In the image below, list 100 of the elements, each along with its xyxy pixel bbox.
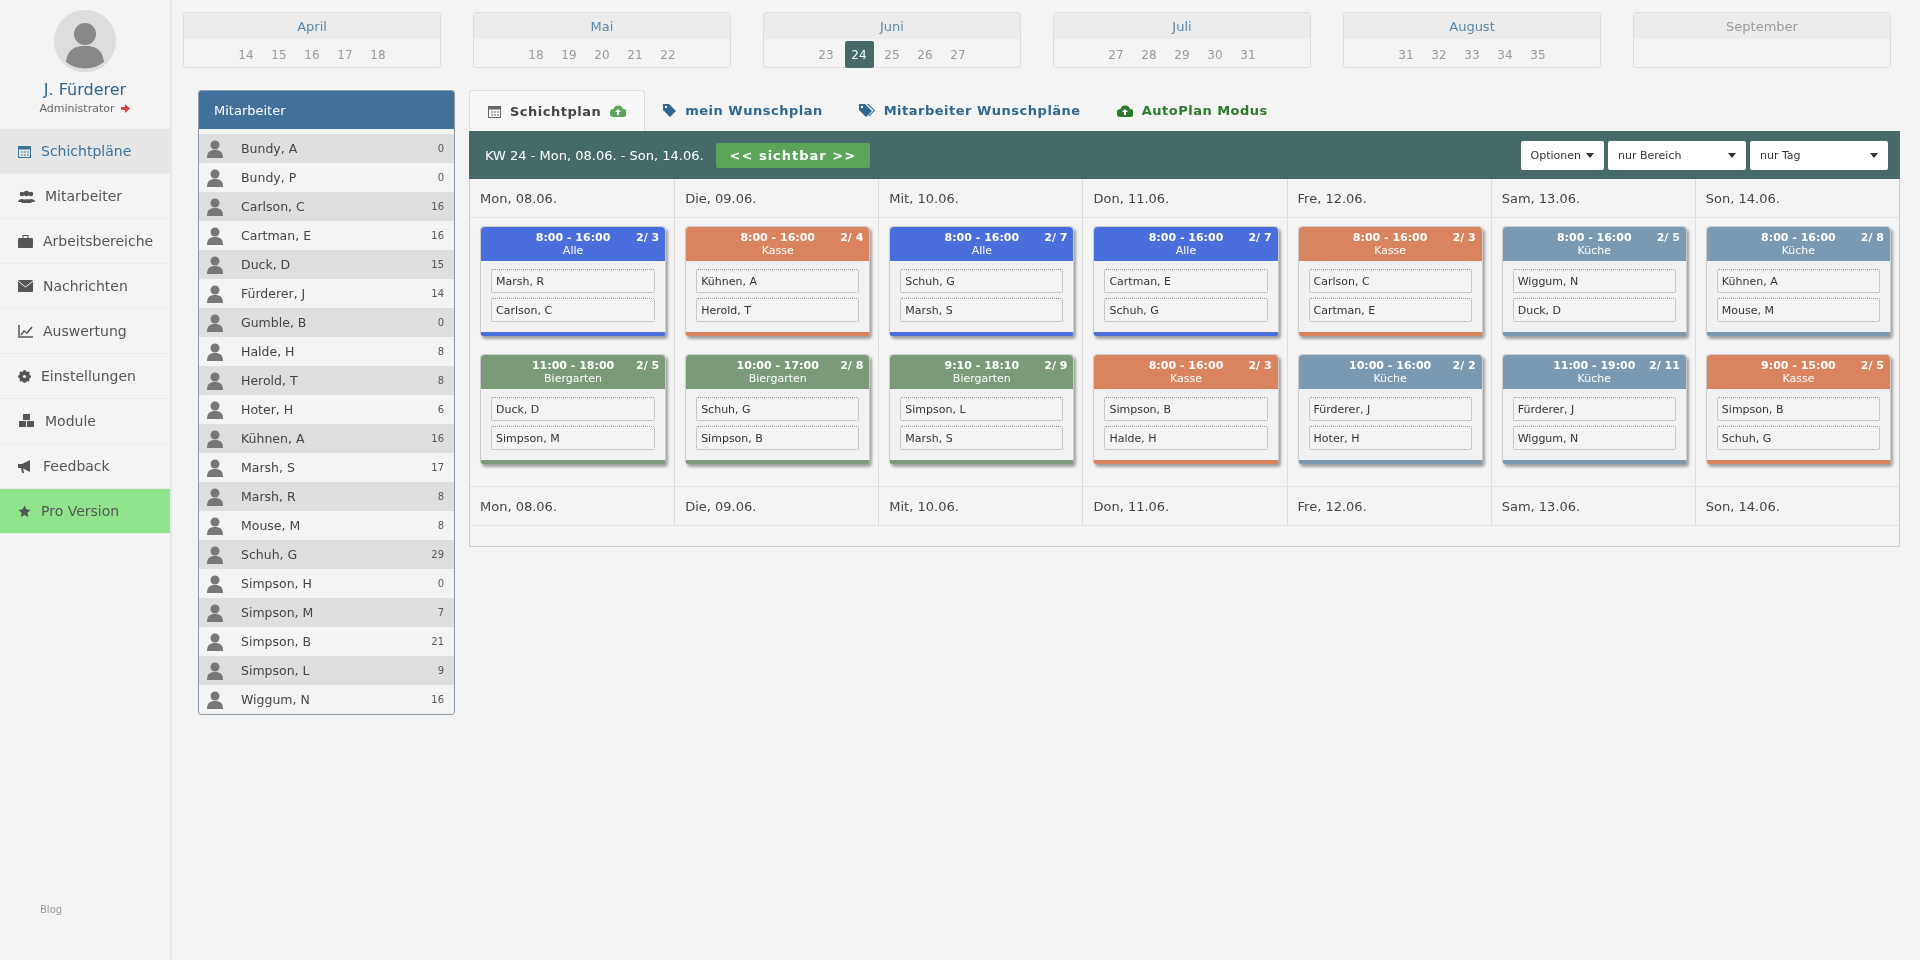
shift-card[interactable]: 10:00 - 17:00 Biergarten 2/ 8 Schuh, G Simpson, B xyxy=(685,354,871,464)
staff-row[interactable]: Bundy, A 0 xyxy=(199,134,454,163)
assigned-employee[interactable]: Carlson, C xyxy=(491,298,656,322)
nav-item[interactable]: Arbeitsbereiche xyxy=(0,219,170,264)
staff-row[interactable]: Gumble, B 0 xyxy=(199,308,454,337)
shift-hours: 9 xyxy=(437,665,444,676)
staff-row[interactable]: Marsh, R 8 xyxy=(199,482,454,511)
shift-time: 8:00 - 16:00 xyxy=(740,231,815,244)
shift-area: Küche xyxy=(1553,372,1636,385)
day-filter[interactable]: nur Tag xyxy=(1750,140,1888,170)
assigned-employee[interactable]: Marsh, R xyxy=(491,269,656,293)
assigned-employee[interactable]: Fürderer, J xyxy=(1308,397,1472,421)
staffing-count: 2/ 3 xyxy=(1452,231,1476,244)
staff-row[interactable]: Bundy, P 0 xyxy=(199,163,454,192)
staff-row[interactable]: Simpson, M 7 xyxy=(199,598,454,627)
shift-hours: 0 xyxy=(437,578,444,589)
assigned-employee[interactable]: Simpson, L xyxy=(900,397,1064,421)
staff-row[interactable]: Carlson, C 16 xyxy=(199,192,454,221)
staff-row[interactable]: Kühnen, A 16 xyxy=(199,424,454,453)
assigned-employee[interactable]: Mouse, M xyxy=(1716,298,1880,322)
shift-time: 9:10 - 18:10 xyxy=(944,359,1020,372)
logout-icon[interactable] xyxy=(120,104,131,113)
staff-row[interactable]: Simpson, L 9 xyxy=(199,656,454,685)
assigned-employee[interactable]: Cartman, E xyxy=(1308,298,1472,322)
tab[interactable]: Mitarbeiter Wunschpläne xyxy=(840,90,1099,131)
tab[interactable]: mein Wunschplan xyxy=(645,90,841,131)
tab[interactable]: AutoPlan Modus xyxy=(1098,90,1286,131)
day-header: Son, 14.06. xyxy=(1695,179,1899,218)
staff-row[interactable]: Duck, D 15 xyxy=(199,250,454,279)
week-number[interactable]: 24 xyxy=(844,41,874,68)
tab[interactable]: Schichtplan xyxy=(469,90,646,131)
shift-area: Kasse xyxy=(740,244,815,257)
staff-row[interactable]: Cartman, E 16 xyxy=(199,221,454,250)
staffing-count: 2/ 5 xyxy=(636,359,660,372)
nav-item[interactable]: Einstellungen xyxy=(0,354,170,399)
nav-item[interactable]: Pro Version xyxy=(0,489,170,534)
shift-card[interactable]: 8:00 - 16:00 Alle 2/ 7 Schuh, G Marsh, S xyxy=(889,226,1075,336)
shift-card[interactable]: 11:00 - 19:00 Küche 2/ 11 Fürderer, J Wiggum, N xyxy=(1501,354,1687,464)
shift-card[interactable]: 9:10 - 18:10 Biergarten 2/ 9 Simpson, L Marsh, S xyxy=(889,354,1075,464)
assigned-employee[interactable]: Fürderer, J xyxy=(1512,397,1676,421)
shift-card[interactable]: 8:00 - 16:00 Kasse 2/ 3 Simpson, B Halde, H xyxy=(1093,354,1279,464)
staff-row[interactable]: Marsh, S 17 xyxy=(199,453,454,482)
assigned-employee[interactable]: Carlson, C xyxy=(1308,269,1472,293)
assigned-employee[interactable]: Marsh, S xyxy=(900,298,1064,322)
staff-name: Duck, D xyxy=(241,257,292,272)
staff-row[interactable]: Schuh, G 29 xyxy=(199,540,454,569)
staff-row[interactable]: Simpson, H 0 xyxy=(199,569,454,598)
shift-card[interactable]: 8:00 - 16:00 Alle 2/ 7 Cartman, E Schuh, G xyxy=(1093,226,1279,336)
assigned-employee[interactable]: Simpson, B xyxy=(1104,397,1268,421)
staff-row[interactable]: Simpson, B 21 xyxy=(199,627,454,656)
shift-card[interactable]: 8:00 - 16:00 Küche 2/ 5 Wiggum, N Duck, D xyxy=(1501,226,1687,336)
assigned-employee[interactable]: Wiggum, N xyxy=(1512,269,1676,293)
shift-card[interactable]: 8:00 - 16:00 Kasse 2/ 3 Carlson, C Cartman, E xyxy=(1297,226,1483,336)
staff-row[interactable]: Wiggum, N 16 xyxy=(199,685,454,714)
assigned-employee[interactable]: Duck, D xyxy=(491,397,656,421)
staff-row[interactable]: Hoter, H 6 xyxy=(199,395,454,424)
nav-item[interactable]: Module xyxy=(0,399,170,444)
assigned-employee[interactable]: Schuh, G xyxy=(900,269,1064,293)
assigned-employee[interactable]: Simpson, M xyxy=(491,426,656,450)
assigned-employee[interactable]: Simpson, B xyxy=(696,426,860,450)
assigned-employee[interactable]: Kühnen, A xyxy=(1716,269,1880,293)
assigned-employee[interactable]: Herold, T xyxy=(696,298,860,322)
assigned-employee[interactable]: Hoter, H xyxy=(1308,426,1472,450)
calendar-icon xyxy=(18,144,31,158)
assigned-employee[interactable]: Kühnen, A xyxy=(696,269,860,293)
area-filter[interactable]: nur Bereich xyxy=(1608,140,1746,170)
person-icon xyxy=(207,226,223,245)
shift-time: 8:00 - 16:00 xyxy=(1148,359,1224,372)
assigned-employee[interactable]: Duck, D xyxy=(1512,298,1676,322)
shift-card[interactable]: 9:00 - 15:00 Kasse 2/ 5 Simpson, B Schuh, G xyxy=(1705,354,1891,464)
shift-card[interactable]: 11:00 - 18:00 Biergarten 2/ 5 Duck, D Simpson, M xyxy=(480,354,667,464)
shift-card[interactable]: 8:00 - 16:00 Küche 2/ 8 Kühnen, A Mouse, M xyxy=(1705,226,1891,336)
assigned-employee[interactable]: Schuh, G xyxy=(1104,298,1268,322)
person-icon xyxy=(207,400,223,419)
cloud-upload-icon xyxy=(610,105,627,117)
shift-area: Küche xyxy=(1556,244,1632,257)
assigned-employee[interactable]: Marsh, S xyxy=(900,426,1064,450)
staff-row[interactable]: Halde, H 8 xyxy=(199,337,454,366)
staff-row[interactable]: Herold, T 8 xyxy=(199,366,454,395)
day-footer: Die, 09.06. xyxy=(675,486,879,526)
shift-hours: 0 xyxy=(437,317,444,328)
shift-card[interactable]: 10:00 - 16:00 Küche 2/ 2 Fürderer, J Hoter, H xyxy=(1297,354,1483,464)
settings-icon xyxy=(18,369,31,383)
shift-card[interactable]: 8:00 - 16:00 Kasse 2/ 4 Kühnen, A Herold, T xyxy=(685,226,871,336)
shift-time: 8:00 - 16:00 xyxy=(1761,231,1836,244)
assigned-employee[interactable]: Cartman, E xyxy=(1104,269,1268,293)
shift-card[interactable]: 8:00 - 16:00 Alle 2/ 3 Marsh, R Carlson, C xyxy=(480,226,667,336)
assigned-employee[interactable]: Wiggum, N xyxy=(1512,426,1676,450)
assigned-employee[interactable]: Simpson, B xyxy=(1716,397,1880,421)
staff-row[interactable]: Mouse, M 8 xyxy=(199,511,454,540)
assigned-employee[interactable]: Halde, H xyxy=(1104,426,1268,450)
staff-row[interactable]: Fürderer, J 14 xyxy=(199,279,454,308)
nav-item[interactable]: Mitarbeiter xyxy=(0,174,170,219)
options-button[interactable]: Optionen xyxy=(1520,140,1604,170)
nav-item[interactable]: Auswertung xyxy=(0,309,170,354)
assigned-employee[interactable]: Schuh, G xyxy=(1716,426,1880,450)
nav-item[interactable]: Nachrichten xyxy=(0,264,170,309)
nav-item[interactable]: Schichtpläne xyxy=(0,129,170,174)
staff-name: Wiggum, N xyxy=(241,692,311,707)
assigned-employee[interactable]: Schuh, G xyxy=(696,397,860,421)
